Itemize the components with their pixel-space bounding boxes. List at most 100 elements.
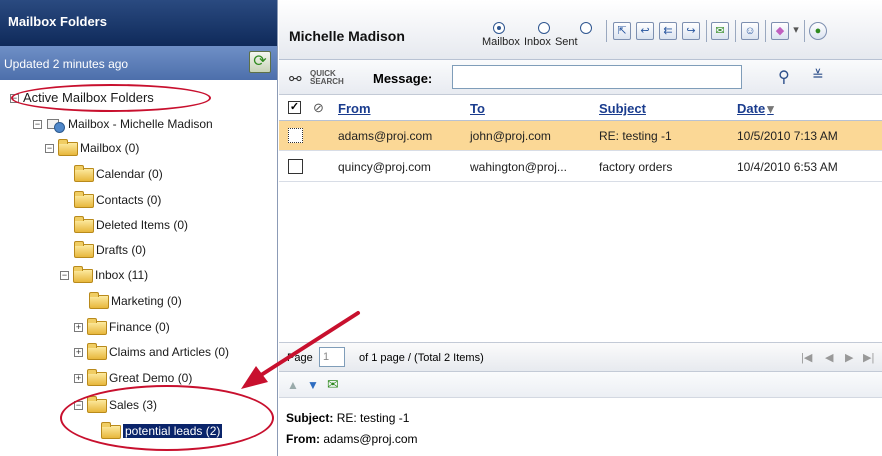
page-label: Page [287, 352, 313, 364]
folder-icon [74, 215, 94, 233]
mailbox-icon [46, 117, 65, 133]
tree-item-mailbox[interactable]: − Mailbox (0) [45, 138, 139, 158]
open-message-icon[interactable]: ✉ [327, 376, 339, 393]
tree-item-label: Claims and Articles (0) [109, 345, 230, 359]
toolbar-separator [735, 20, 736, 42]
radio-label-inbox: Inbox [523, 36, 551, 48]
tree-item-calendar[interactable]: Calendar (0) [74, 164, 163, 184]
refresh-icon[interactable]: ⟳ [249, 51, 271, 73]
message-preview: ▲ ▼ ✉ Subject: RE: testing -1 From: adam… [279, 372, 882, 456]
row-subject: RE: testing -1 [599, 129, 672, 143]
radio-sent[interactable] [580, 22, 592, 34]
grid-empty-area [279, 182, 882, 342]
tree-item-inbox[interactable]: − Inbox (11) [60, 265, 148, 285]
compose-icon[interactable]: ✉ [711, 22, 729, 40]
toolbar-separator [765, 20, 766, 42]
from-value: adams@proj.com [323, 432, 418, 446]
radio-inbox[interactable] [538, 22, 550, 34]
tree-item-label: Contacts (0) [96, 193, 162, 207]
view-option-labels: Mailbox Inbox Sent [482, 36, 578, 48]
next-page-icon[interactable]: ▶ [845, 351, 853, 364]
column-date-label: Date [737, 101, 766, 116]
tree-item-finance[interactable]: + Finance (0) [74, 317, 170, 337]
reply-all-icon[interactable]: ⇇ [659, 22, 677, 40]
prev-page-icon[interactable]: ◀ [825, 351, 833, 364]
tree-item-label: Inbox (11) [95, 268, 149, 282]
report-icon[interactable]: ● [809, 22, 827, 40]
tree-item-deleted[interactable]: Deleted Items (0) [74, 215, 188, 235]
reply-icon[interactable]: ↩ [636, 22, 654, 40]
binoculars-icon: ⚯ [289, 71, 302, 88]
tree-item-claims[interactable]: + Claims and Articles (0) [74, 342, 229, 362]
radio-label-sent: Sent [554, 36, 578, 48]
expand-icon[interactable]: + [74, 323, 83, 333]
toolbar-separator [606, 20, 607, 42]
row-from: adams@proj.com [338, 129, 433, 143]
table-row[interactable]: quincy@proj.com wahington@proj... factor… [279, 152, 882, 182]
preview-from: From: adams@proj.com [286, 432, 418, 446]
radio-label-mailbox: Mailbox [482, 36, 520, 48]
annotation-ellipse-sales [60, 385, 274, 451]
folder-icon [74, 164, 94, 182]
message-search-input[interactable] [452, 65, 742, 89]
column-to[interactable]: To [470, 101, 485, 116]
next-message-icon[interactable]: ▼ [307, 378, 319, 392]
tag-dropdown-icon[interactable]: ▾ [791, 22, 801, 40]
tag-icon[interactable]: ◆ [771, 22, 789, 40]
quick-search-bar: ⚯ QUICK SEARCH Message: ⚲ ≚ [279, 60, 882, 95]
user-name: Michelle Madison [289, 28, 405, 44]
tree-item-label: Finance (0) [109, 320, 170, 334]
row-checkbox[interactable] [288, 159, 303, 174]
folder-icon [89, 291, 109, 309]
expand-options-icon[interactable]: ≚ [812, 67, 824, 84]
row-from: quincy@proj.com [338, 160, 431, 174]
collapse-icon[interactable]: − [60, 271, 69, 281]
move-icon[interactable]: ⇱ [613, 22, 631, 40]
grid-header: ✓ ⊘ From To Subject Date ▾ [279, 95, 882, 121]
contact-icon[interactable]: ☺ [741, 22, 759, 40]
panel-title: Mailbox Folders [0, 0, 277, 46]
tree-item-label: Calendar (0) [96, 167, 163, 181]
first-page-icon[interactable]: |◀ [801, 351, 812, 364]
tree-item-drafts[interactable]: Drafts (0) [74, 240, 146, 260]
previous-message-icon[interactable]: ▲ [287, 378, 299, 392]
folder-icon [73, 265, 93, 283]
tree-item-label: Mailbox (0) [80, 141, 140, 155]
column-from[interactable]: From [338, 101, 371, 116]
pager: Page of 1 page / (Total 2 Items) |◀ ◀ ▶ … [279, 342, 882, 372]
row-checkbox[interactable] [288, 128, 303, 143]
search-icon[interactable]: ⚲ [778, 67, 790, 87]
updated-status: Updated 2 minutes ago ⟳ [0, 46, 277, 80]
preview-toolbar: ▲ ▼ ✉ [279, 372, 882, 398]
collapse-icon[interactable]: − [33, 120, 42, 130]
folder-icon [87, 317, 107, 335]
collapse-icon[interactable]: − [45, 144, 54, 154]
forward-icon[interactable]: ↪ [682, 22, 700, 40]
tree-item-marketing[interactable]: Marketing (0) [89, 291, 182, 311]
sort-icon: ▾ [767, 101, 774, 116]
attachment-icon: ⊘ [313, 100, 324, 115]
tree-item-label: Drafts (0) [96, 243, 147, 257]
tree-item-label: Great Demo (0) [109, 371, 193, 385]
tree-item-mailbox-root[interactable]: − Mailbox - Michelle Madison [33, 114, 213, 134]
from-key: From: [286, 432, 320, 446]
column-date[interactable]: Date ▾ [737, 101, 774, 117]
folder-icon [74, 190, 94, 208]
expand-icon[interactable]: + [74, 348, 83, 358]
last-page-icon[interactable]: ▶| [863, 351, 874, 364]
subject-key: Subject: [286, 411, 334, 425]
table-row[interactable]: adams@proj.com john@proj.com RE: testing… [279, 121, 882, 151]
select-all-checkbox[interactable]: ✓ [288, 101, 301, 114]
tree-item-label: Deleted Items (0) [96, 218, 189, 232]
quick-search-label: QUICK SEARCH [310, 70, 344, 86]
quick-search-line2: SEARCH [310, 77, 344, 86]
radio-mailbox[interactable] [493, 22, 505, 34]
row-to: john@proj.com [470, 129, 551, 143]
column-subject[interactable]: Subject [599, 101, 646, 116]
tree-item-contacts[interactable]: Contacts (0) [74, 190, 161, 210]
message-list-panel: Michelle Madison Mailbox Inbox Sent ⇱ ↩ … [279, 0, 882, 456]
expand-icon[interactable]: + [74, 374, 83, 384]
row-subject: factory orders [599, 160, 673, 174]
page-number-input[interactable] [319, 347, 345, 367]
row-to: wahington@proj... [470, 160, 567, 174]
